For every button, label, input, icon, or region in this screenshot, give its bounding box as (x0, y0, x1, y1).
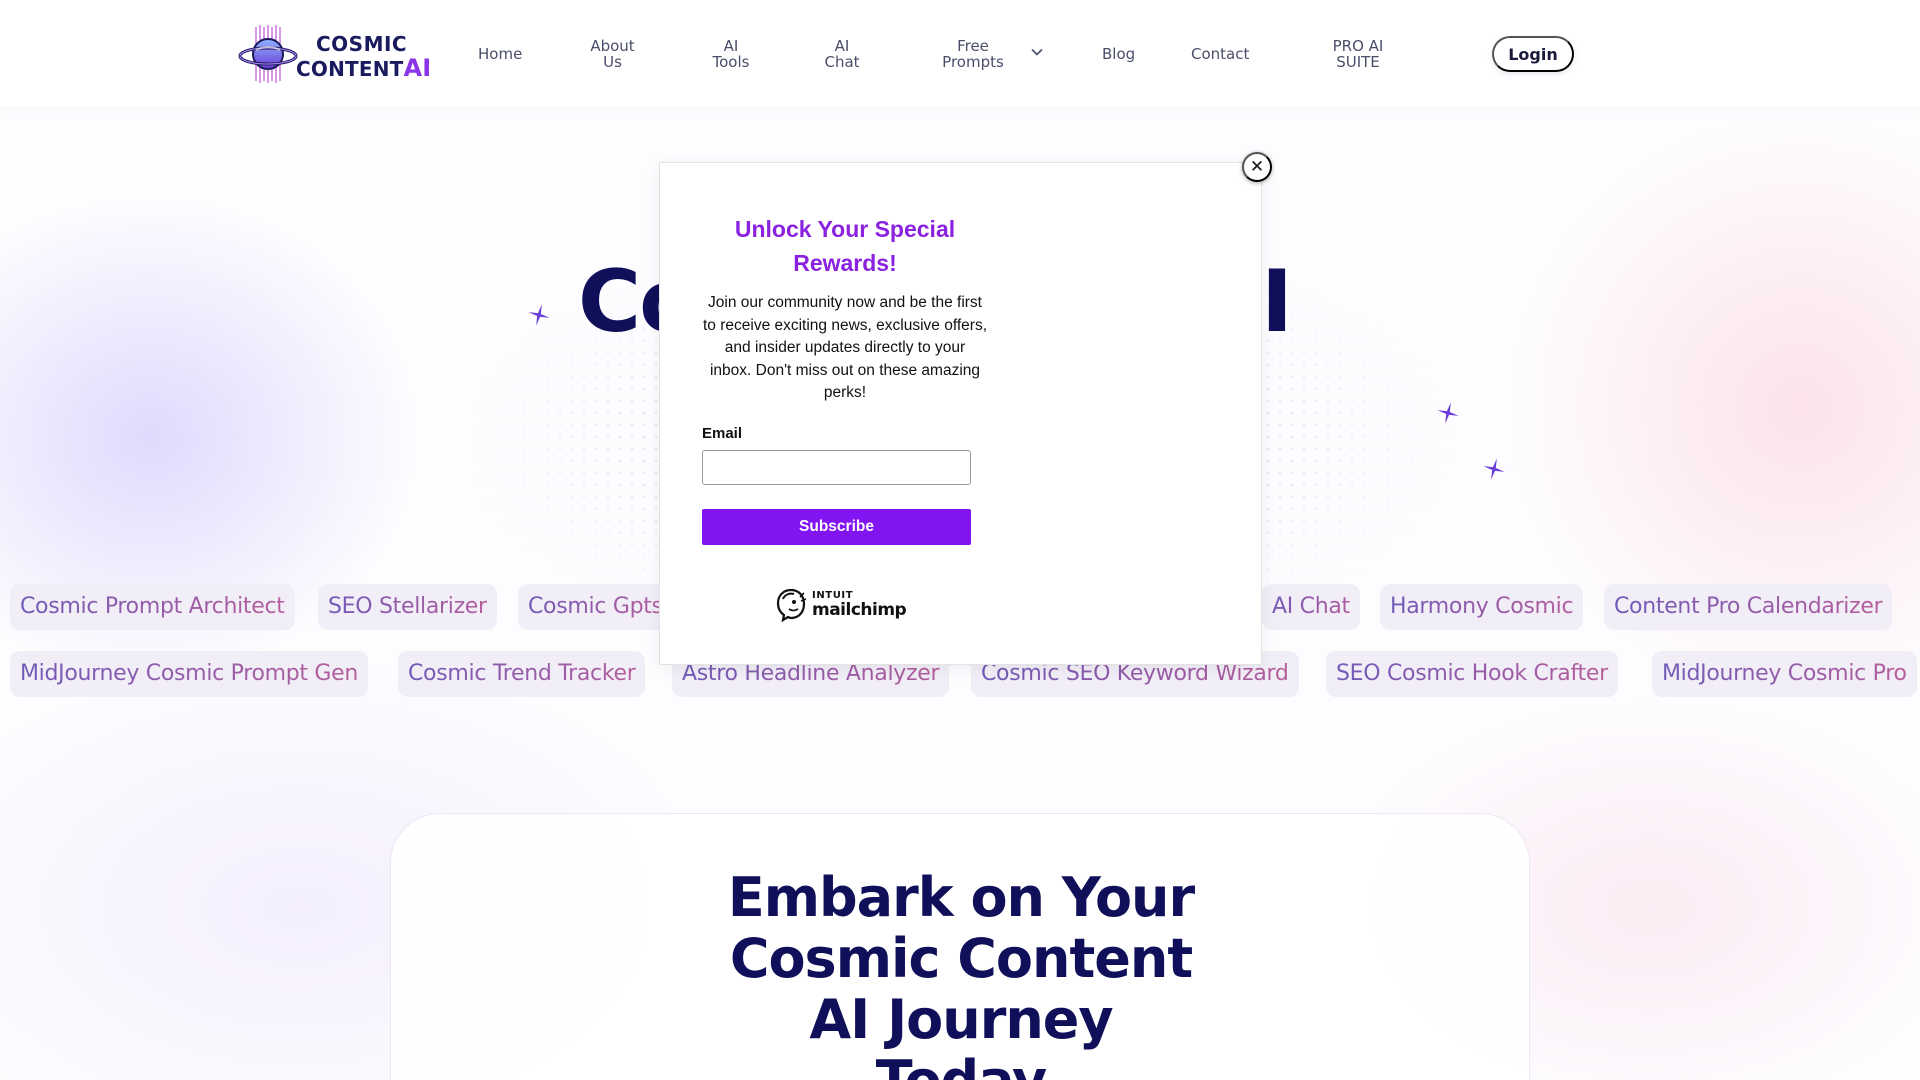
tag-label[interactable]: Content Pro Calendarizer (1604, 584, 1892, 630)
tag-label[interactable]: SEO Stellarizer (318, 584, 497, 630)
tag-label[interactable]: AI Chat (1262, 584, 1360, 630)
tag-label[interactable]: SEO Cosmic Hook Crafter (1326, 651, 1618, 697)
subscribe-button[interactable]: Subscribe (702, 509, 971, 545)
modal-title: Unlock Your Special Rewards! (734, 216, 956, 276)
sparkle-icon (1483, 458, 1505, 480)
tag-item[interactable]: AI Chat (1262, 584, 1360, 630)
cta-title: Embark on Your Cosmic Content AI Journey… (391, 867, 1531, 1080)
cta-title-line: Embark on Your (727, 866, 1195, 929)
tag-label[interactable]: Cosmic Gpts (518, 584, 673, 630)
site-header: COSMIC CONTENTAI Home About Us AI Tools … (0, 0, 1920, 107)
nav-free-prompts[interactable]: Free Prompts (932, 38, 1014, 70)
cta-title-line: Today (391, 1050, 1531, 1080)
modal-description: Join our community now and be the first … (702, 294, 987, 401)
chevron-down-icon[interactable] (1030, 45, 1044, 59)
sparkle-icon (1437, 402, 1459, 424)
tag-label[interactable]: MidJourney Cosmic Pro (1652, 651, 1917, 697)
nav-ai-tools[interactable]: AI Tools (700, 38, 762, 70)
tag-item[interactable]: Cosmic Prompt Architect (10, 584, 295, 630)
tag-item[interactable]: Content Pro Calendarizer (1604, 584, 1893, 630)
nav-contact[interactable]: Contact (1191, 46, 1249, 62)
nav-pro-ai-suite[interactable]: PRO AI SUITE (1318, 38, 1398, 70)
tag-item[interactable]: Cosmic Gpts (518, 584, 673, 630)
login-button[interactable]: Login (1492, 36, 1574, 72)
site-logo[interactable]: COSMIC CONTENTAI (238, 24, 438, 84)
tag-label[interactable]: Cosmic Prompt Architect (10, 584, 295, 630)
logo-line2: CONTENTAI (296, 56, 431, 80)
tag-label[interactable]: Harmony Cosmic (1380, 584, 1583, 630)
tag-item[interactable]: SEO Stellarizer (318, 584, 497, 630)
cta-card: Embark on Your Cosmic Content AI Journey… (390, 813, 1530, 1080)
mailchimp-freddie-icon (776, 588, 807, 623)
tag-item[interactable]: MidJourney Cosmic Prompt Gen (10, 651, 369, 697)
saturn-logo-icon (238, 25, 298, 83)
logo-wordmark: COSMIC CONTENTAI (296, 34, 431, 80)
logo-ai-accent: AI (403, 54, 432, 82)
nav-ai-chat[interactable]: AI Chat (811, 38, 873, 70)
close-icon[interactable]: ✕ (1242, 152, 1272, 182)
logo-line1: COSMIC (316, 32, 408, 56)
cta-title-line: AI Journey (809, 988, 1113, 1051)
email-label: Email (702, 425, 743, 442)
tag-label[interactable]: MidJourney Cosmic Prompt Gen (10, 651, 368, 697)
tag-item[interactable]: MidJourney Cosmic Pro (1652, 651, 1917, 697)
mailchimp-name: mailchimp (812, 600, 907, 620)
nav-about-us[interactable]: About Us (580, 38, 645, 70)
nav-home[interactable]: Home (478, 46, 522, 62)
tag-item[interactable]: Harmony Cosmic (1380, 584, 1584, 630)
tag-item[interactable]: Cosmic Trend Tracker (398, 651, 646, 697)
email-field[interactable] (702, 450, 971, 485)
newsletter-modal: Unlock Your Special Rewards! Join our co… (659, 162, 1262, 665)
tag-label[interactable]: Cosmic Trend Tracker (398, 651, 645, 697)
mailchimp-wordmark: INTUIT mailchimp (812, 591, 907, 620)
hero-title-right: I (1261, 252, 1293, 352)
logo-line2-text: CONTENT (296, 57, 404, 81)
sparkle-icon (528, 304, 550, 326)
nav-blog[interactable]: Blog (1102, 46, 1135, 62)
mailchimp-badge[interactable]: INTUIT mailchimp (774, 587, 907, 625)
tag-item[interactable]: SEO Cosmic Hook Crafter (1326, 651, 1618, 697)
cta-title-line: Cosmic Content (729, 927, 1193, 990)
